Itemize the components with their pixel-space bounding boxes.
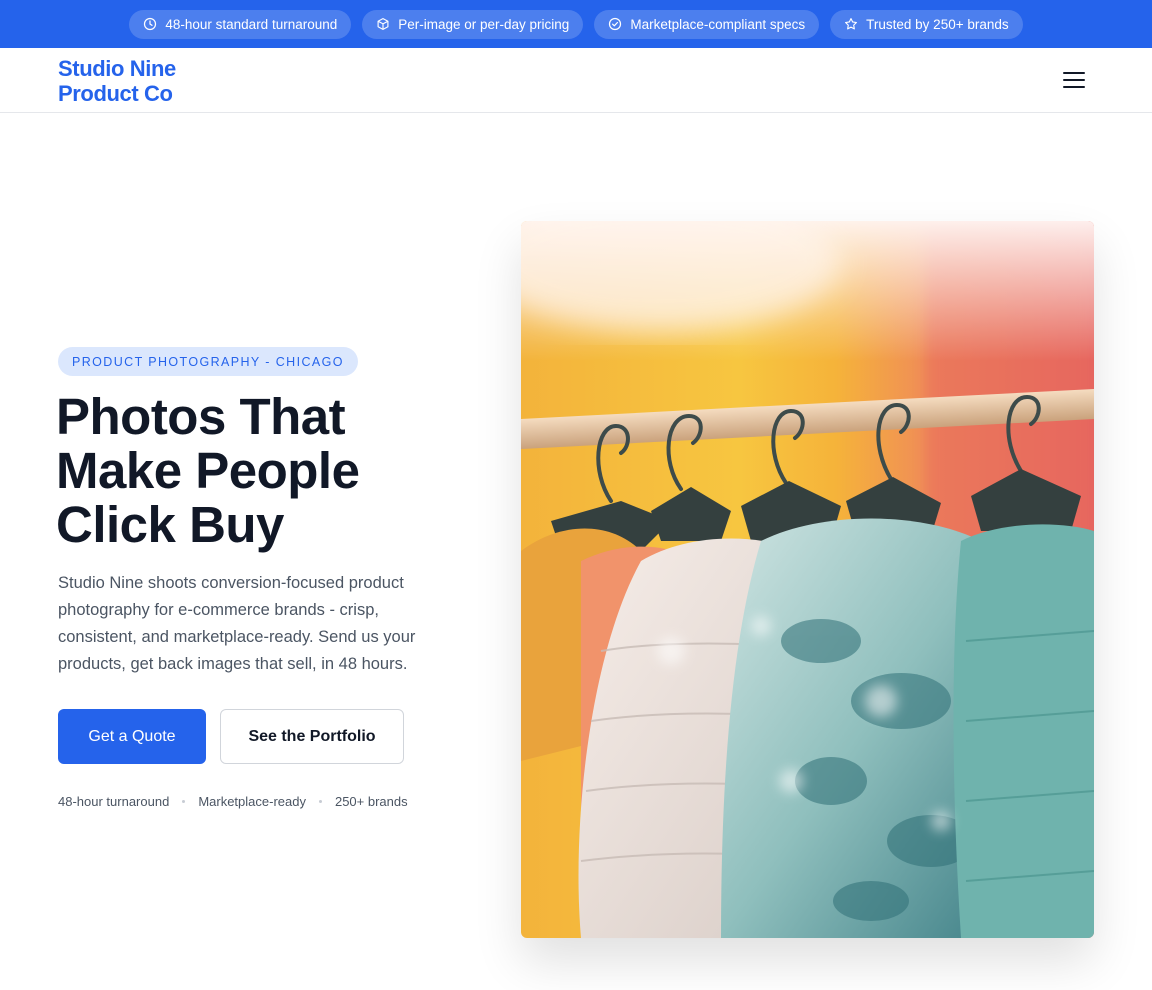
see-portfolio-button[interactable]: See the Portfolio [220, 709, 404, 764]
site-header: Studio Nine Product Co [0, 48, 1152, 113]
logo-line-2: Product Co [58, 81, 173, 106]
stat-brands: 250+ brands [334, 794, 408, 809]
logo-line-1: Studio Nine [58, 56, 176, 81]
hero-description: Studio Nine shoots conversion-focused pr… [58, 574, 416, 673]
announcement-pill-brands: Trusted by 250+ brands [830, 9, 1023, 39]
announcement-bar: 48-hour standard turnaround Per-image or… [0, 0, 1152, 48]
separator-dot [318, 800, 322, 803]
headline-line-2: Make People [56, 442, 360, 499]
jackets-on-rail-image [521, 221, 1094, 938]
announcement-label: Marketplace-compliant specs [630, 16, 806, 32]
site-logo[interactable]: Studio Nine Product Co [58, 56, 176, 106]
hero-product-photo [521, 221, 1094, 938]
menu-bar [1063, 86, 1085, 88]
announcement-pill-turnaround: 48-hour standard turnaround [129, 9, 352, 39]
box-icon [377, 18, 389, 30]
headline-line-3: Click Buy [56, 496, 284, 553]
hamburger-menu-icon[interactable] [1058, 65, 1090, 95]
announcement-pill-pricing: Per-image or per-day pricing [362, 9, 584, 39]
clock-icon [144, 17, 157, 31]
announcement-label: 48-hour standard turnaround [165, 16, 338, 32]
announcement-label: Trusted by 250+ brands [866, 16, 1009, 32]
star-icon [845, 18, 858, 30]
headline-line-1: Photos That [56, 388, 346, 445]
stat-marketplace: Marketplace-ready [198, 794, 306, 809]
menu-bar [1063, 79, 1085, 81]
stat-turnaround: 48-hour turnaround [58, 794, 170, 809]
hero-eyebrow-badge: PRODUCT PHOTOGRAPHY - CHICAGO [58, 347, 358, 376]
get-quote-button[interactable]: Get a Quote [58, 709, 206, 764]
hero-stats: 48-hour turnaround Marketplace-ready 250… [58, 794, 408, 809]
hero-headline: Photos That Make People Click Buy [56, 390, 486, 552]
announcement-label: Per-image or per-day pricing [398, 16, 570, 32]
separator-dot [182, 800, 186, 803]
check-circle-icon [609, 17, 622, 31]
menu-bar [1063, 72, 1085, 74]
announcement-pill-specs: Marketplace-compliant specs [594, 9, 820, 39]
